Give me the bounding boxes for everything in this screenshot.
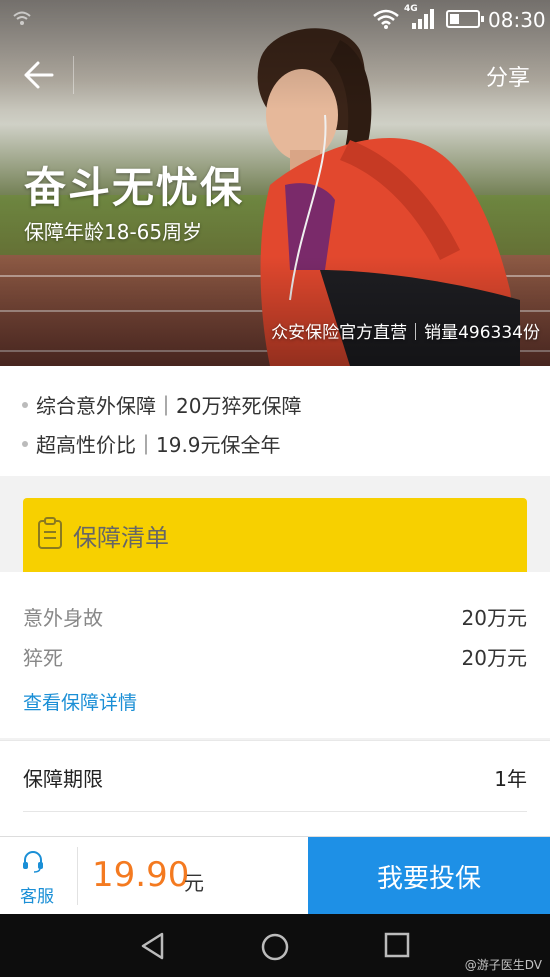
- coverage-term-label: 保障期限: [23, 767, 103, 791]
- sales-info: 众安保险官方直营｜销量496334份: [271, 323, 540, 343]
- bullet-dot: [22, 401, 28, 408]
- product-highlights: 综合意外保障｜20万猝死保障 超高性价比｜19.9元保全年: [0, 366, 550, 476]
- coverage-row: 意外身故 20万元: [23, 602, 527, 631]
- coverage-row: 猝死 20万元: [23, 642, 527, 671]
- highlight-text: 综合意外保障｜20万猝死保障: [36, 394, 302, 418]
- coverage-value: 20万元: [461, 606, 527, 630]
- price-unit: 元: [184, 871, 204, 895]
- customer-service-label: 客服: [20, 887, 54, 907]
- coverage-list: 意外身故 20万元 猝死 20万元 查看保障详情: [0, 572, 550, 738]
- view-coverage-details-link[interactable]: 查看保障详情: [23, 688, 137, 715]
- buy-insurance-button[interactable]: 我要投保: [308, 837, 550, 915]
- coverage-name: 意外身故: [23, 606, 103, 630]
- headset-icon: [23, 851, 43, 873]
- nav-home-icon[interactable]: [260, 932, 290, 962]
- nav-back-icon[interactable]: [140, 932, 166, 960]
- watermark: @游子医生DV: [464, 958, 542, 972]
- wifi-hotspot-icon: [13, 11, 31, 25]
- back-arrow-icon[interactable]: [22, 58, 56, 92]
- highlight-item: 超高性价比｜19.9元保全年: [22, 429, 526, 458]
- highlight-item: 综合意外保障｜20万猝死保障: [22, 390, 526, 419]
- coverage-name: 猝死: [23, 646, 63, 670]
- coverage-term-row: 保障期限 1年: [23, 763, 527, 792]
- divider: [77, 847, 78, 905]
- price-amount: 19.90: [92, 855, 190, 895]
- customer-service-button[interactable]: 客服: [0, 837, 78, 915]
- share-button[interactable]: 分享: [486, 60, 530, 92]
- status-bar: 4G 08:30: [0, 0, 550, 38]
- coverage-term-section: 保障期限 1年: [0, 740, 550, 812]
- product-title: 奋斗无忧保: [24, 163, 245, 212]
- coverage-list-title: 保障清单: [73, 524, 169, 552]
- coverage-term-value: 1年: [494, 767, 527, 791]
- nav-recents-icon[interactable]: [384, 932, 410, 958]
- wifi-icon: [373, 9, 399, 29]
- bullet-dot: [22, 440, 28, 447]
- system-navigation-bar: @游子医生DV: [0, 914, 550, 977]
- product-subtitle: 保障年龄18-65周岁: [24, 220, 203, 244]
- battery-icon: [446, 10, 484, 28]
- clipboard-icon: [38, 517, 62, 549]
- bottom-action-bar: 客服 19.90 元 我要投保: [0, 836, 550, 915]
- highlight-text: 超高性价比｜19.9元保全年: [36, 433, 281, 457]
- coverage-list-banner: 保障清单: [23, 498, 527, 572]
- nav-divider: [73, 56, 74, 94]
- status-time: 08:30: [488, 8, 546, 32]
- coverage-value: 20万元: [461, 646, 527, 670]
- signal-icon: [412, 9, 434, 29]
